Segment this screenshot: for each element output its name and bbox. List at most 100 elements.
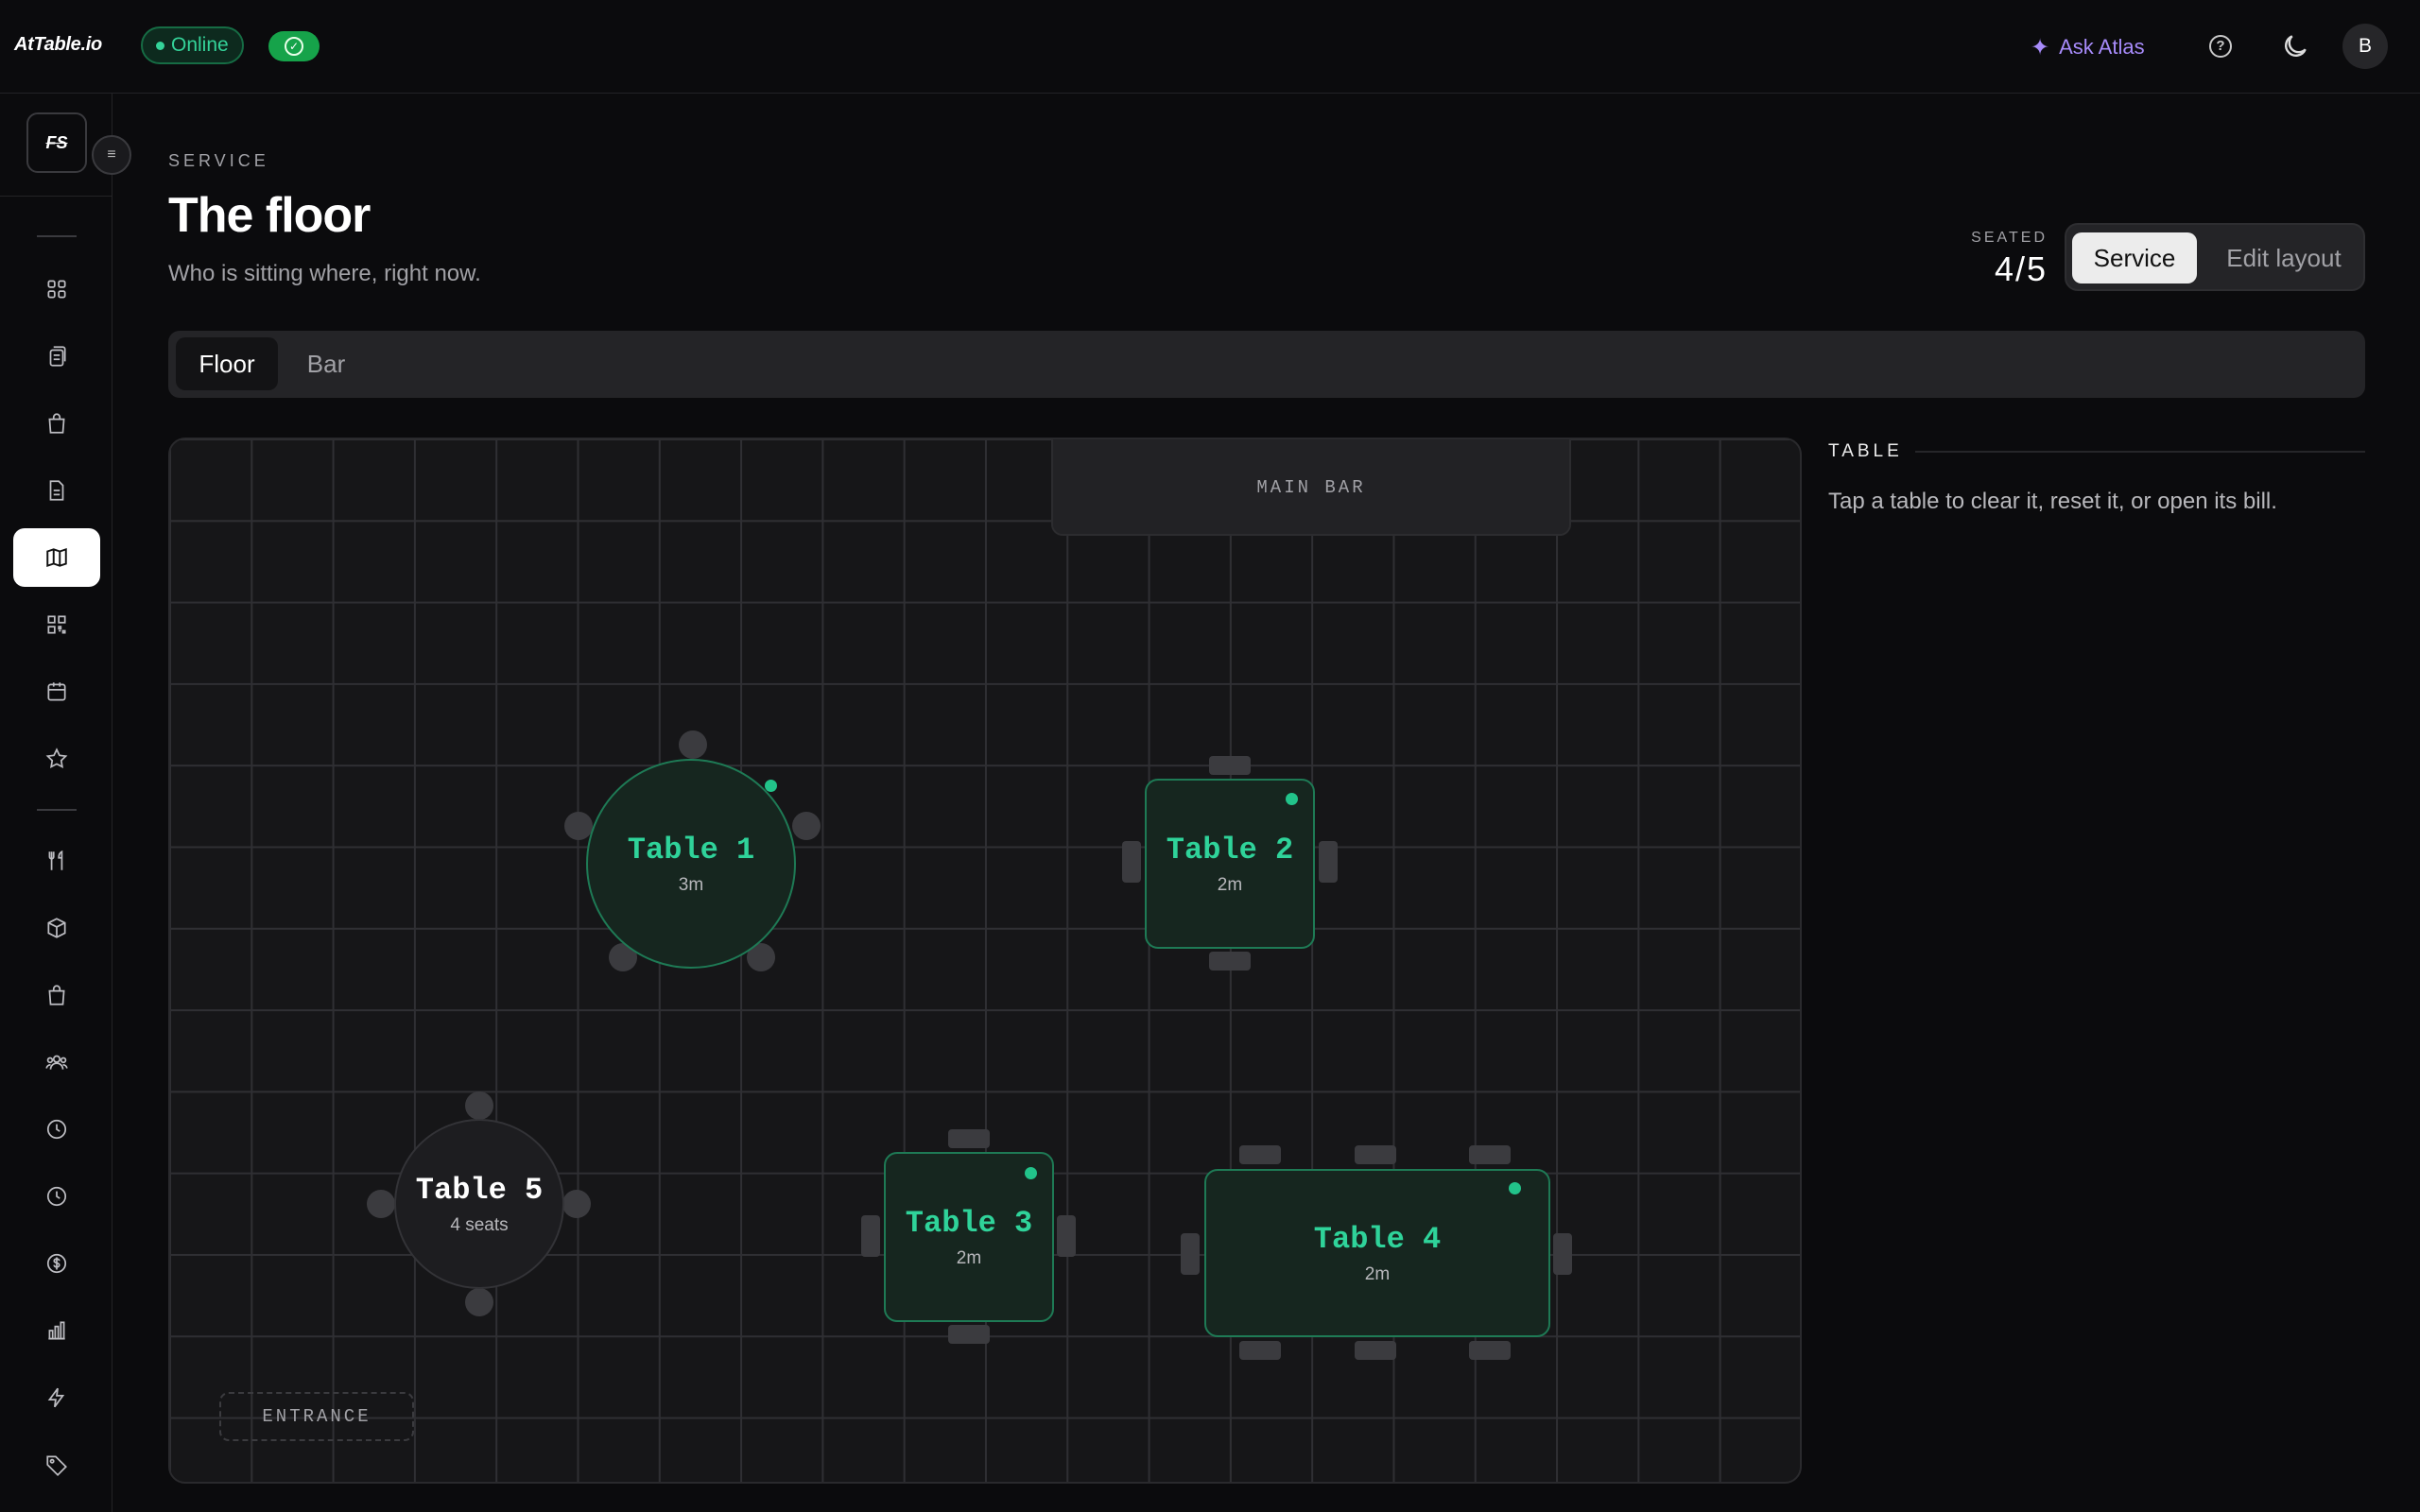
seat (1319, 841, 1338, 883)
page-subtitle: Who is sitting where, right now. (168, 261, 481, 286)
sidebar-item-shifts[interactable] (13, 1100, 100, 1159)
table-name: Table 1 (627, 832, 755, 868)
collapse-sidebar-button[interactable]: ≡ (92, 135, 131, 175)
occupied-indicator (1509, 1182, 1521, 1194)
table-name: Table 5 (415, 1172, 544, 1208)
seat (465, 1288, 493, 1316)
sidebar-item-shop[interactable] (13, 394, 100, 453)
edit-layout-button[interactable]: Edit layout (2208, 232, 2360, 284)
tab-bar[interactable]: Bar (284, 337, 369, 390)
seat (679, 730, 707, 759)
sidebar-item-orders[interactable] (13, 327, 100, 386)
seat (792, 812, 821, 840)
sidebar-item-bag[interactable] (13, 966, 100, 1024)
table-1[interactable]: Table 1 3m (586, 759, 796, 969)
table-elapsed: 2m (1364, 1263, 1391, 1284)
sidebar-item-reviews[interactable] (13, 730, 100, 788)
ask-atlas-label: Ask Atlas (2059, 35, 2145, 59)
help-icon[interactable]: ? (2209, 35, 2232, 58)
history-icon (46, 1186, 67, 1207)
orders-icon (49, 346, 66, 367)
table-5[interactable]: Table 5 4 seats (394, 1119, 564, 1289)
mode-toggle: Service Edit layout (2065, 223, 2365, 291)
ask-atlas-button[interactable]: ✦ Ask Atlas (2031, 30, 2145, 64)
seated-count: 4/5 (1994, 249, 2048, 288)
seated-label: SEATED (1971, 230, 2048, 246)
table-capacity: 4 seats (450, 1214, 509, 1235)
seat (1209, 756, 1251, 775)
dashboard-icon (47, 280, 66, 299)
occupied-indicator (765, 780, 777, 792)
sidebar-item-reports[interactable] (13, 1301, 100, 1360)
star-icon (45, 747, 68, 769)
bag-icon (48, 985, 65, 1005)
seat (1239, 1341, 1281, 1360)
box-icon (47, 918, 66, 938)
table-name: Table 4 (1313, 1221, 1442, 1257)
occupied-indicator (1025, 1167, 1037, 1179)
sidebar: FS ≡ (0, 94, 131, 1512)
sidebar-item-calendar[interactable] (13, 662, 100, 721)
sidebar-item-history[interactable] (13, 1167, 100, 1226)
document-icon (49, 480, 64, 501)
section-eyebrow: SERVICE (168, 151, 269, 170)
sidebar-item-documents[interactable] (13, 461, 100, 520)
seat (1209, 952, 1251, 971)
seat (1469, 1145, 1511, 1164)
seat (1355, 1145, 1396, 1164)
table-4[interactable]: Table 4 2m (1204, 1169, 1550, 1337)
seat (564, 812, 593, 840)
seat (1181, 1233, 1200, 1275)
seat (465, 1091, 493, 1120)
tag-icon (46, 1455, 67, 1477)
table-name: Table 2 (1166, 832, 1294, 868)
moon-icon[interactable] (2280, 31, 2310, 61)
sparkle-icon: ✦ (2031, 34, 2050, 60)
venue-logo[interactable]: FS (26, 112, 87, 173)
seat (367, 1190, 395, 1218)
sidebar-item-automations[interactable] (13, 1368, 100, 1427)
tab-floor[interactable]: Floor (176, 337, 278, 390)
seat (1057, 1215, 1076, 1257)
shopping-bag-icon (48, 413, 65, 434)
app-logo[interactable]: AtTable.io (14, 34, 102, 56)
table-2[interactable]: Table 2 2m (1145, 779, 1315, 949)
sidebar-item-staff[interactable] (13, 1033, 100, 1091)
sidebar-item-dashboard[interactable] (13, 260, 100, 318)
table-elapsed: 3m (678, 874, 704, 895)
users-icon (45, 1055, 68, 1070)
status-dot-icon (156, 42, 164, 50)
sidebar-item-qr[interactable] (13, 595, 100, 654)
occupied-indicator (1286, 793, 1298, 805)
seat (1239, 1145, 1281, 1164)
sidebar-item-promotions[interactable] (13, 1435, 100, 1494)
avatar[interactable]: B (2342, 24, 2388, 69)
table-panel-heading: TABLE (1828, 441, 1903, 461)
online-status-label: Online (171, 34, 229, 56)
table-elapsed: 2m (1217, 874, 1243, 895)
table-panel-hint: Tap a table to clear it, reset it, or op… (1828, 489, 2277, 514)
calendar-icon (47, 682, 66, 701)
sync-status-badge[interactable]: ✓ (268, 31, 320, 61)
app-root: AtTable.io Online ✓ ✦ Ask Atlas ? B FS ≡ (0, 0, 2420, 1512)
qr-code-icon (47, 615, 66, 634)
table-3[interactable]: Table 3 2m (884, 1152, 1054, 1322)
check-circle-icon: ✓ (285, 37, 303, 56)
chart-icon (48, 1321, 65, 1340)
sidebar-divider (0, 196, 112, 197)
online-status-badge: Online (141, 26, 244, 64)
sidebar-item-floor-map[interactable] (13, 528, 100, 587)
sidebar-item-payments[interactable] (13, 1234, 100, 1293)
seat (948, 1325, 990, 1344)
sidebar-item-inventory[interactable] (13, 899, 100, 957)
floor-plan: MAIN BAR ENTRANCE Table 1 3m Table 2 2m … (168, 438, 1802, 1484)
seat (562, 1190, 591, 1218)
seat (948, 1129, 990, 1148)
seat (861, 1215, 880, 1257)
top-bar: AtTable.io Online ✓ ✦ Ask Atlas ? B (0, 0, 2420, 94)
sidebar-item-menu[interactable] (13, 832, 100, 890)
clock-icon (46, 1119, 67, 1140)
utensils-icon (48, 850, 63, 870)
table-name: Table 3 (905, 1205, 1033, 1241)
service-mode-button[interactable]: Service (2072, 232, 2197, 284)
